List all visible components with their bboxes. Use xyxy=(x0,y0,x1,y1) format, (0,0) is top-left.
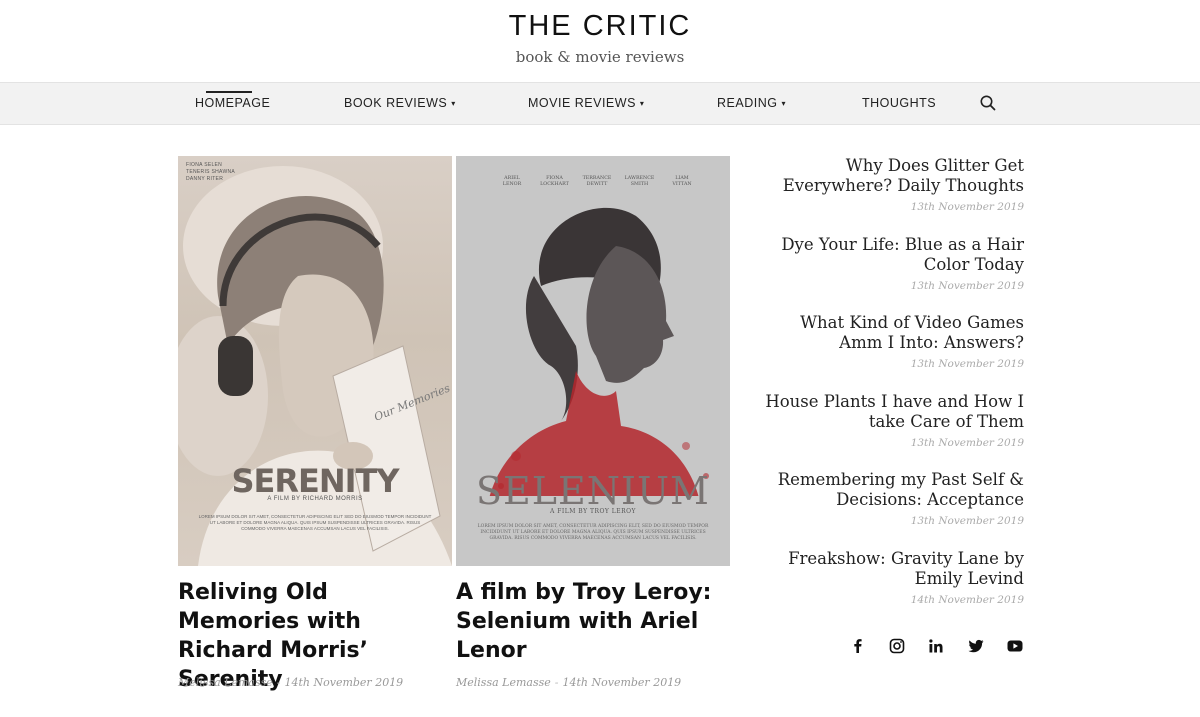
poster-body-text: LOREM IPSUM DOLOR SIT AMET, CONSECTETUR … xyxy=(477,524,709,541)
youtube-link[interactable] xyxy=(1005,636,1025,656)
sidebar-post: House Plants I have and How I take Care … xyxy=(760,392,1024,449)
search-button[interactable] xyxy=(979,94,997,112)
cast-name: LAWRENCE SMITH xyxy=(624,176,655,187)
sidebar-post: Dye Your Life: Blue as a Hair Color Toda… xyxy=(760,235,1024,292)
article-meta: Melissa Lemasse -14th November 2019 xyxy=(178,676,403,689)
nav-item-homepage[interactable]: HOMEPAGE xyxy=(195,83,270,124)
nav-item-label: THOUGHTS xyxy=(862,96,937,110)
instagram-icon xyxy=(889,638,905,654)
twitter-icon xyxy=(968,639,984,653)
sidebar-post-title-link[interactable]: Dye Your Life: Blue as a Hair Color Toda… xyxy=(760,235,1024,275)
linkedin-icon xyxy=(929,639,943,653)
sidebar-post: Freakshow: Gravity Lane by Emily Levind … xyxy=(760,549,1024,606)
nav-item-reading[interactable]: READING ▾ xyxy=(717,83,786,124)
facebook-link[interactable] xyxy=(848,636,868,656)
serenity-portrait-illustration: Our Memories xyxy=(178,166,452,566)
sidebar-post-title-link[interactable]: Remembering my Past Self & Decisions: Ac… xyxy=(760,470,1024,510)
sidebar-post-title-link[interactable]: What Kind of Video Games Amm I Into: Ans… xyxy=(760,313,1024,353)
nav-item-thoughts[interactable]: THOUGHTS xyxy=(862,83,936,124)
sidebar-post: Remembering my Past Self & Decisions: Ac… xyxy=(760,470,1024,527)
nav-item-book-reviews[interactable]: BOOK REVIEWS ▾ xyxy=(344,83,456,124)
cast-name: LIAM VITTAN xyxy=(672,176,692,187)
poster-cast: ARIEL LENOR FIONA LOCKHART TERRANCE DEWITT … xyxy=(492,176,702,188)
sidebar-post-title-link[interactable]: Why Does Glitter Get Everywhere? Daily T… xyxy=(760,156,1024,196)
article-meta: Melissa Lemasse -14th November 2019 xyxy=(456,676,681,689)
sidebar-post-date: 13th November 2019 xyxy=(910,515,1024,527)
sidebar-post-date: 13th November 2019 xyxy=(910,358,1024,370)
instagram-link[interactable] xyxy=(887,636,907,656)
search-icon xyxy=(980,95,996,111)
sidebar-post: Why Does Glitter Get Everywhere? Daily T… xyxy=(760,156,1024,213)
facebook-icon xyxy=(854,639,862,653)
site-title[interactable]: THE CRITIC xyxy=(0,10,1200,43)
selenium-poster-image[interactable]: ARIEL LENOR FIONA LOCKHART TERRANCE DEWITT … xyxy=(456,156,730,566)
nav-item-movie-reviews[interactable]: MOVIE REVIEWS ▾ xyxy=(528,83,644,124)
article-title-link[interactable]: A film by Troy Leroy: Selenium with Arie… xyxy=(456,578,726,665)
cast-name: FIONA LOCKHART xyxy=(540,176,569,187)
twitter-link[interactable] xyxy=(966,636,986,656)
poster-body-text: LOREM IPSUM DOLOR SIT AMET, CONSECTETUR … xyxy=(198,514,432,531)
sidebar-post-title-link[interactable]: Freakshow: Gravity Lane by Emily Levind xyxy=(760,549,1024,589)
meta-separator: - xyxy=(554,676,559,689)
article-author[interactable]: Melissa Lemasse xyxy=(178,676,273,689)
nav-item-label: MOVIE REVIEWS xyxy=(528,96,636,110)
poster-title: SERENITY xyxy=(231,462,399,500)
chevron-down-icon: ▾ xyxy=(451,99,456,109)
serenity-poster-image[interactable]: Our Memories FIONA SELEN TENERIS SHAWNA … xyxy=(178,156,452,566)
article-date: 14th November 2019 xyxy=(284,676,404,689)
poster-subtitle: A FILM BY RICHARD MORRIS xyxy=(267,496,363,502)
sidebar-post-date: 13th November 2019 xyxy=(910,437,1024,449)
sidebar-post-date: 13th November 2019 xyxy=(910,201,1024,213)
poster-credits: FIONA SELEN TENERIS SHAWNA DANNY RITER xyxy=(186,162,236,182)
poster-title: SELENIUM xyxy=(476,469,710,513)
nav-item-label: BOOK REVIEWS xyxy=(344,96,448,110)
cast-name: ARIEL LENOR xyxy=(502,176,522,187)
article-card: Reliving Old Memories with Richard Morri… xyxy=(178,578,448,694)
article-author[interactable]: Melissa Lemasse xyxy=(456,676,551,689)
sidebar-post-date: 14th November 2019 xyxy=(910,594,1024,606)
site-tagline: book & movie reviews xyxy=(515,48,685,66)
sidebar-post: What Kind of Video Games Amm I Into: Ans… xyxy=(760,313,1024,370)
poster-subtitle: A FILM BY TROY LEROY xyxy=(549,508,637,515)
nav-item-label: HOMEPAGE xyxy=(195,96,271,110)
main-nav: HOMEPAGE BOOK REVIEWS ▾ MOVIE REVIEWS ▾ RE… xyxy=(0,82,1200,125)
linkedin-link[interactable] xyxy=(926,636,946,656)
nav-item-label: READING xyxy=(717,96,778,110)
chevron-down-icon: ▾ xyxy=(639,99,645,109)
article-date: 14th November 2019 xyxy=(562,676,682,689)
site-header: THE CRITIC book & movie reviews xyxy=(0,0,1200,82)
youtube-icon xyxy=(1007,640,1023,652)
chevron-down-icon: ▾ xyxy=(781,99,786,109)
sidebar-post-date: 13th November 2019 xyxy=(910,280,1024,292)
meta-separator: - xyxy=(276,676,281,689)
sidebar-post-title-link[interactable]: House Plants I have and How I take Care … xyxy=(760,392,1024,432)
cast-name: TERRANCE DEWITT xyxy=(582,176,612,187)
article-card: A film by Troy Leroy: Selenium with Arie… xyxy=(456,578,726,689)
